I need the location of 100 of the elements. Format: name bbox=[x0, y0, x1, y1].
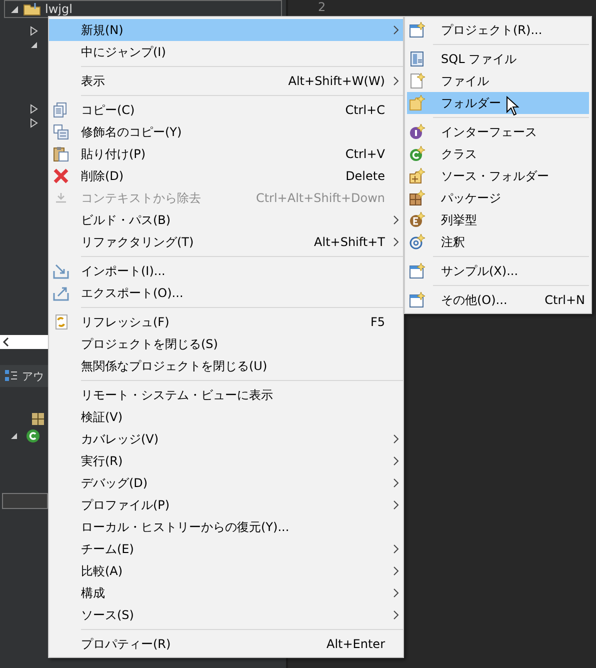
menu-item[interactable]: ソース・フォルダー bbox=[407, 165, 589, 187]
menu-label: プロパティー(R) bbox=[81, 636, 172, 652]
menu-label: デバッグ(D) bbox=[81, 474, 149, 492]
menu-label: カバレッジ(V) bbox=[81, 430, 160, 448]
menu-label: ソース(S) bbox=[81, 606, 135, 624]
package-icon bbox=[409, 190, 425, 206]
menu-item[interactable]: 新規(N) bbox=[49, 19, 403, 41]
shortcut-label: F5 bbox=[370, 315, 386, 329]
menu-label: フォルダー bbox=[441, 94, 501, 112]
shortcut-label: Ctrl+V bbox=[345, 147, 386, 161]
menu-item[interactable]: プロジェクトを閉じる(S) bbox=[49, 333, 403, 355]
expand-triangle-icon bbox=[9, 4, 19, 14]
scrollbar[interactable] bbox=[0, 335, 48, 349]
menu-label: クラス bbox=[441, 146, 478, 162]
menu-item[interactable]: デバッグ(D) bbox=[49, 472, 403, 494]
tree-label: lwjgl bbox=[45, 2, 72, 16]
menu-label: 列挙型 bbox=[441, 212, 478, 228]
menu-label: ソース・フォルダー bbox=[441, 168, 550, 184]
file-icon bbox=[409, 73, 425, 89]
menu-label: 構成 bbox=[81, 584, 106, 602]
menu-label: プロジェクトを閉じる(S) bbox=[81, 336, 219, 352]
menu-item[interactable]: 検証(V) bbox=[49, 406, 403, 428]
menu-item[interactable]: 注釈 bbox=[407, 231, 589, 253]
mouse-cursor-icon bbox=[506, 96, 520, 116]
menu-label: 注釈 bbox=[441, 234, 466, 250]
menu-label: 中にジャンプ(I) bbox=[81, 44, 167, 60]
menu-item[interactable]: ビルド・パス(B) bbox=[49, 209, 403, 231]
menu-label: パッケージ bbox=[441, 190, 502, 206]
annotation-icon bbox=[409, 234, 425, 250]
shortcut-label: Alt+Shift+T bbox=[314, 235, 386, 249]
import-icon bbox=[53, 263, 69, 279]
menu-item[interactable]: その他(O)... Ctrl+N bbox=[407, 289, 589, 311]
menu-item[interactable]: インポート(I)... bbox=[49, 260, 403, 282]
shortcut-label: Ctrl+Alt+Shift+Down bbox=[256, 191, 386, 205]
menu-label: 削除(D) bbox=[81, 168, 125, 184]
menu-label: 新規(N) bbox=[81, 22, 124, 38]
menu-item[interactable]: チーム(E) bbox=[49, 538, 403, 560]
menu-item[interactable]: ローカル・ヒストリーからの復元(Y)... bbox=[49, 516, 403, 538]
filter-field[interactable] bbox=[2, 493, 48, 509]
menu-item[interactable]: 無関係なプロジェクトを閉じる(U) bbox=[49, 355, 403, 377]
panel-title[interactable]: アウ bbox=[22, 368, 44, 384]
menu-label: 無関係なプロジェクトを閉じる(U) bbox=[81, 358, 268, 374]
menu-item[interactable]: プロジェクト(R)... bbox=[407, 19, 589, 41]
source-folder-icon bbox=[409, 168, 425, 184]
class-icon bbox=[26, 429, 40, 443]
outline-icon bbox=[4, 369, 18, 383]
menu-item[interactable]: 実行(R) bbox=[49, 450, 403, 472]
menu-label: 比較(A) bbox=[81, 562, 124, 580]
menu-label: インポート(I)... bbox=[81, 262, 166, 280]
shortcut-label: Delete bbox=[346, 169, 386, 183]
menu-item[interactable]: パッケージ bbox=[407, 187, 589, 209]
menu-label: リファクタリング(T) bbox=[81, 234, 195, 250]
package-icon bbox=[32, 413, 44, 425]
copy-icon bbox=[53, 102, 69, 118]
enum-icon bbox=[409, 212, 425, 228]
menu-label: プロジェクト(R)... bbox=[441, 22, 544, 38]
menu-label: ビルド・パス(B) bbox=[81, 212, 172, 228]
menu-item[interactable]: サンプル(X)... bbox=[407, 260, 589, 282]
menu-item[interactable]: 中にジャンプ(I) bbox=[49, 41, 403, 63]
menu-item[interactable]: 構成 bbox=[49, 582, 403, 604]
menu-label: 表示 bbox=[81, 72, 106, 90]
menu-item[interactable]: 貼り付け(P) Ctrl+V bbox=[49, 143, 403, 165]
menu-item[interactable]: コピー(C) Ctrl+C bbox=[49, 99, 403, 121]
menu-label: インターフェース bbox=[441, 124, 538, 140]
menu-item[interactable]: カバレッジ(V) bbox=[49, 428, 403, 450]
menu-item[interactable]: リモート・システム・ビューに表示 bbox=[49, 384, 403, 406]
folder-icon bbox=[23, 2, 41, 16]
menu-item[interactable]: エクスポート(O)... bbox=[49, 282, 403, 304]
menu-item[interactable]: クラス bbox=[407, 143, 589, 165]
refresh-icon bbox=[53, 314, 69, 330]
menu-label: チーム(E) bbox=[81, 540, 135, 558]
menu-item[interactable]: 表示 Alt+Shift+W(W) bbox=[49, 70, 403, 92]
menu-item[interactable]: リフレッシュ(F) F5 bbox=[49, 311, 403, 333]
menu-label: その他(O)... bbox=[441, 292, 508, 308]
shortcut-label: Ctrl+N bbox=[544, 293, 586, 307]
menu-item[interactable]: ファイル bbox=[407, 70, 589, 92]
copy-icon bbox=[53, 124, 69, 140]
menu-item[interactable]: リファクタリング(T) Alt+Shift+T bbox=[49, 231, 403, 253]
menu-label: ファイル bbox=[441, 72, 490, 90]
menu-label: コンテキストから除去 bbox=[81, 190, 202, 206]
menu-item[interactable]: プロファイル(P) bbox=[49, 494, 403, 516]
folder-icon bbox=[409, 95, 425, 111]
menu-item[interactable]: 削除(D) Delete bbox=[49, 165, 403, 187]
menu-item[interactable]: SQL ファイル bbox=[407, 48, 589, 70]
menu-label: エクスポート(O)... bbox=[81, 284, 184, 302]
menu-item[interactable]: フォルダー bbox=[407, 92, 589, 114]
interface-icon bbox=[409, 124, 425, 140]
menu-label: ローカル・ヒストリーからの復元(Y)... bbox=[81, 518, 290, 536]
menu-label: 検証(V) bbox=[81, 408, 124, 426]
menu-item[interactable]: 比較(A) bbox=[49, 560, 403, 582]
menu-item[interactable]: プロパティー(R) Alt+Enter bbox=[49, 633, 403, 655]
document-icon bbox=[409, 51, 425, 67]
menu-label: プロファイル(P) bbox=[81, 496, 171, 514]
window-icon bbox=[409, 292, 425, 308]
paste-icon bbox=[53, 146, 69, 162]
shortcut-label: Alt+Enter bbox=[326, 637, 386, 651]
menu-item[interactable]: 修飾名のコピー(Y) bbox=[49, 121, 403, 143]
menu-item[interactable]: インターフェース bbox=[407, 121, 589, 143]
menu-item[interactable]: ソース(S) bbox=[49, 604, 403, 626]
menu-item[interactable]: 列挙型 bbox=[407, 209, 589, 231]
